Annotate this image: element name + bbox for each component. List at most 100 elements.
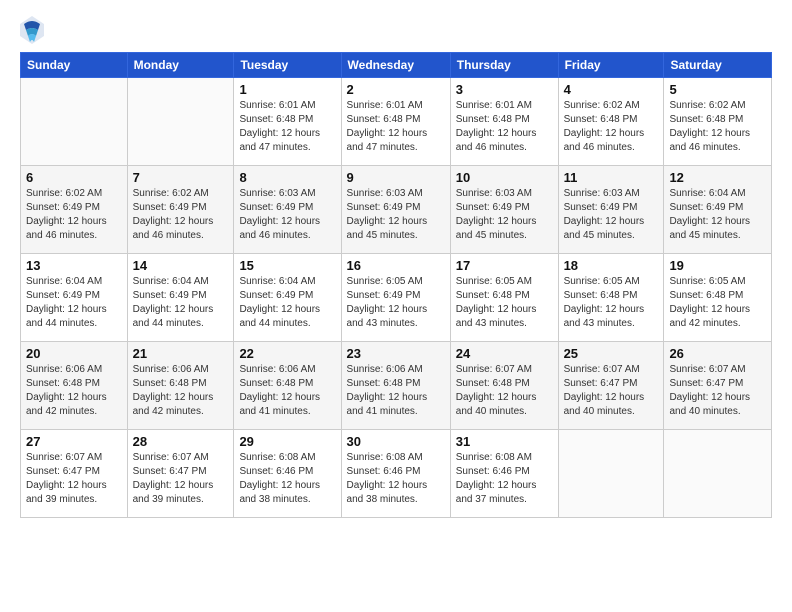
page: SundayMondayTuesdayWednesdayThursdayFrid… (0, 0, 792, 528)
day-info: Sunrise: 6:03 AM Sunset: 6:49 PM Dayligh… (239, 187, 335, 243)
calendar-cell (664, 430, 772, 518)
calendar-cell: 20 Sunrise: 6:06 AM Sunset: 6:48 PM Dayli… (21, 342, 128, 430)
day-number: 18 (564, 258, 659, 273)
weekday-header-tuesday: Tuesday (234, 53, 341, 78)
calendar-cell: 25Sunrise: 6:07 AM Sunset: 6:47 PM Dayli… (558, 342, 664, 430)
day-number: 7 (133, 170, 229, 185)
day-number: 29 (239, 434, 335, 449)
day-info: Sunrise: 6:05 AM Sunset: 6:48 PM Dayligh… (456, 275, 553, 331)
day-number: 6 (26, 170, 122, 185)
day-number: 16 (347, 258, 445, 273)
day-number: 12 (669, 170, 766, 185)
day-info: Sunrise: 6:05 AM Sunset: 6:49 PM Dayligh… (347, 275, 445, 331)
day-number: 2 (347, 82, 445, 97)
day-number: 23 (347, 346, 445, 361)
calendar-cell (558, 430, 664, 518)
day-info: Sunrise: 6:06 AM Sunset: 6:48 PM Dayligh… (239, 363, 335, 419)
day-info: Sunrise: 6:03 AM Sunset: 6:49 PM Dayligh… (347, 187, 445, 243)
day-info: Sunrise: 6:07 AM Sunset: 6:47 PM Dayligh… (133, 451, 229, 507)
day-number: 4 (564, 82, 659, 97)
calendar-cell: 12 Sunrise: 6:04 AM Sunset: 6:49 PM Dayli… (664, 166, 772, 254)
day-number: 24 (456, 346, 553, 361)
day-number: 10 (456, 170, 553, 185)
calendar-week-5: 27 Sunrise: 6:07 AM Sunset: 6:47 PM Dayli… (21, 430, 772, 518)
weekday-header-wednesday: Wednesday (341, 53, 450, 78)
calendar-cell: 9 Sunrise: 6:03 AM Sunset: 6:49 PM Daylig… (341, 166, 450, 254)
weekday-header-saturday: Saturday (664, 53, 772, 78)
day-number: 28 (133, 434, 229, 449)
day-number: 26 (669, 346, 766, 361)
calendar-cell: 23 Sunrise: 6:06 AM Sunset: 6:48 PM Dayli… (341, 342, 450, 430)
day-number: 27 (26, 434, 122, 449)
calendar-cell: 19Sunrise: 6:05 AM Sunset: 6:48 PM Dayli… (664, 254, 772, 342)
calendar-cell: 14 Sunrise: 6:04 AM Sunset: 6:49 PM Dayli… (127, 254, 234, 342)
calendar-cell: 17 Sunrise: 6:05 AM Sunset: 6:48 PM Dayli… (450, 254, 558, 342)
calendar-cell: 24 Sunrise: 6:07 AM Sunset: 6:48 PM Dayli… (450, 342, 558, 430)
calendar-cell: 29 Sunrise: 6:08 AM Sunset: 6:46 PM Dayli… (234, 430, 341, 518)
day-number: 11 (564, 170, 659, 185)
day-info: Sunrise: 6:04 AM Sunset: 6:49 PM Dayligh… (239, 275, 335, 331)
day-info: Sunrise: 6:06 AM Sunset: 6:48 PM Dayligh… (133, 363, 229, 419)
calendar-cell: 31Sunrise: 6:08 AM Sunset: 6:46 PM Dayli… (450, 430, 558, 518)
day-info: Sunrise: 6:03 AM Sunset: 6:49 PM Dayligh… (456, 187, 553, 243)
calendar-week-4: 20 Sunrise: 6:06 AM Sunset: 6:48 PM Dayli… (21, 342, 772, 430)
day-number: 3 (456, 82, 553, 97)
calendar-cell: 16 Sunrise: 6:05 AM Sunset: 6:49 PM Dayli… (341, 254, 450, 342)
day-number: 17 (456, 258, 553, 273)
day-number: 31 (456, 434, 553, 449)
calendar-cell: 26 Sunrise: 6:07 AM Sunset: 6:47 PM Dayli… (664, 342, 772, 430)
calendar-cell: 3 Sunrise: 6:01 AM Sunset: 6:48 PM Daylig… (450, 78, 558, 166)
logo-icon (20, 16, 44, 44)
calendar-cell: 18Sunrise: 6:05 AM Sunset: 6:48 PM Dayli… (558, 254, 664, 342)
calendar-week-3: 13 Sunrise: 6:04 AM Sunset: 6:49 PM Dayli… (21, 254, 772, 342)
calendar-cell: 13 Sunrise: 6:04 AM Sunset: 6:49 PM Dayli… (21, 254, 128, 342)
calendar-cell: 4 Sunrise: 6:02 AM Sunset: 6:48 PM Daylig… (558, 78, 664, 166)
day-info: Sunrise: 6:06 AM Sunset: 6:48 PM Dayligh… (26, 363, 122, 419)
day-info: Sunrise: 6:01 AM Sunset: 6:48 PM Dayligh… (347, 99, 445, 155)
calendar-cell: 5 Sunrise: 6:02 AM Sunset: 6:48 PM Daylig… (664, 78, 772, 166)
calendar-cell: 30Sunrise: 6:08 AM Sunset: 6:46 PM Dayli… (341, 430, 450, 518)
weekday-header-thursday: Thursday (450, 53, 558, 78)
day-number: 1 (239, 82, 335, 97)
weekday-header-sunday: Sunday (21, 53, 128, 78)
day-number: 5 (669, 82, 766, 97)
calendar-table: SundayMondayTuesdayWednesdayThursdayFrid… (20, 52, 772, 518)
calendar-cell: 11 Sunrise: 6:03 AM Sunset: 6:49 PM Dayli… (558, 166, 664, 254)
day-number: 30 (347, 434, 445, 449)
day-info: Sunrise: 6:03 AM Sunset: 6:49 PM Dayligh… (564, 187, 659, 243)
calendar-cell: 27 Sunrise: 6:07 AM Sunset: 6:47 PM Dayli… (21, 430, 128, 518)
day-info: Sunrise: 6:07 AM Sunset: 6:47 PM Dayligh… (26, 451, 122, 507)
day-info: Sunrise: 6:02 AM Sunset: 6:49 PM Dayligh… (133, 187, 229, 243)
header (20, 16, 772, 44)
day-info: Sunrise: 6:04 AM Sunset: 6:49 PM Dayligh… (133, 275, 229, 331)
day-number: 15 (239, 258, 335, 273)
day-number: 8 (239, 170, 335, 185)
weekday-header-row: SundayMondayTuesdayWednesdayThursdayFrid… (21, 53, 772, 78)
calendar-cell: 21 Sunrise: 6:06 AM Sunset: 6:48 PM Dayli… (127, 342, 234, 430)
day-info: Sunrise: 6:08 AM Sunset: 6:46 PM Dayligh… (239, 451, 335, 507)
calendar-cell (127, 78, 234, 166)
calendar-cell: 22 Sunrise: 6:06 AM Sunset: 6:48 PM Dayli… (234, 342, 341, 430)
day-info: Sunrise: 6:02 AM Sunset: 6:48 PM Dayligh… (669, 99, 766, 155)
calendar-cell: 1Sunrise: 6:01 AM Sunset: 6:48 PM Daylig… (234, 78, 341, 166)
day-number: 21 (133, 346, 229, 361)
calendar-week-1: 1 Sunrise: 6:01 AM Sunset: 6:48 PM Daylig… (21, 78, 772, 166)
day-info: Sunrise: 6:04 AM Sunset: 6:49 PM Dayligh… (26, 275, 122, 331)
day-number: 20 (26, 346, 122, 361)
day-number: 19 (669, 258, 766, 273)
day-number: 9 (347, 170, 445, 185)
day-info: Sunrise: 6:07 AM Sunset: 6:48 PM Dayligh… (456, 363, 553, 419)
day-info: Sunrise: 6:07 AM Sunset: 6:47 PM Dayligh… (669, 363, 766, 419)
day-info: Sunrise: 6:01 AM Sunset: 6:48 PM Dayligh… (456, 99, 553, 155)
day-number: 13 (26, 258, 122, 273)
day-info: Sunrise: 6:04 AM Sunset: 6:49 PM Dayligh… (669, 187, 766, 243)
calendar-cell: 7 Sunrise: 6:02 AM Sunset: 6:49 PM Daylig… (127, 166, 234, 254)
weekday-header-friday: Friday (558, 53, 664, 78)
day-number: 22 (239, 346, 335, 361)
day-info: Sunrise: 6:06 AM Sunset: 6:48 PM Dayligh… (347, 363, 445, 419)
calendar-cell: 10 Sunrise: 6:03 AM Sunset: 6:49 PM Dayli… (450, 166, 558, 254)
calendar-cell: 28 Sunrise: 6:07 AM Sunset: 6:47 PM Dayli… (127, 430, 234, 518)
day-number: 14 (133, 258, 229, 273)
day-info: Sunrise: 6:02 AM Sunset: 6:49 PM Dayligh… (26, 187, 122, 243)
day-info: Sunrise: 6:02 AM Sunset: 6:48 PM Dayligh… (564, 99, 659, 155)
